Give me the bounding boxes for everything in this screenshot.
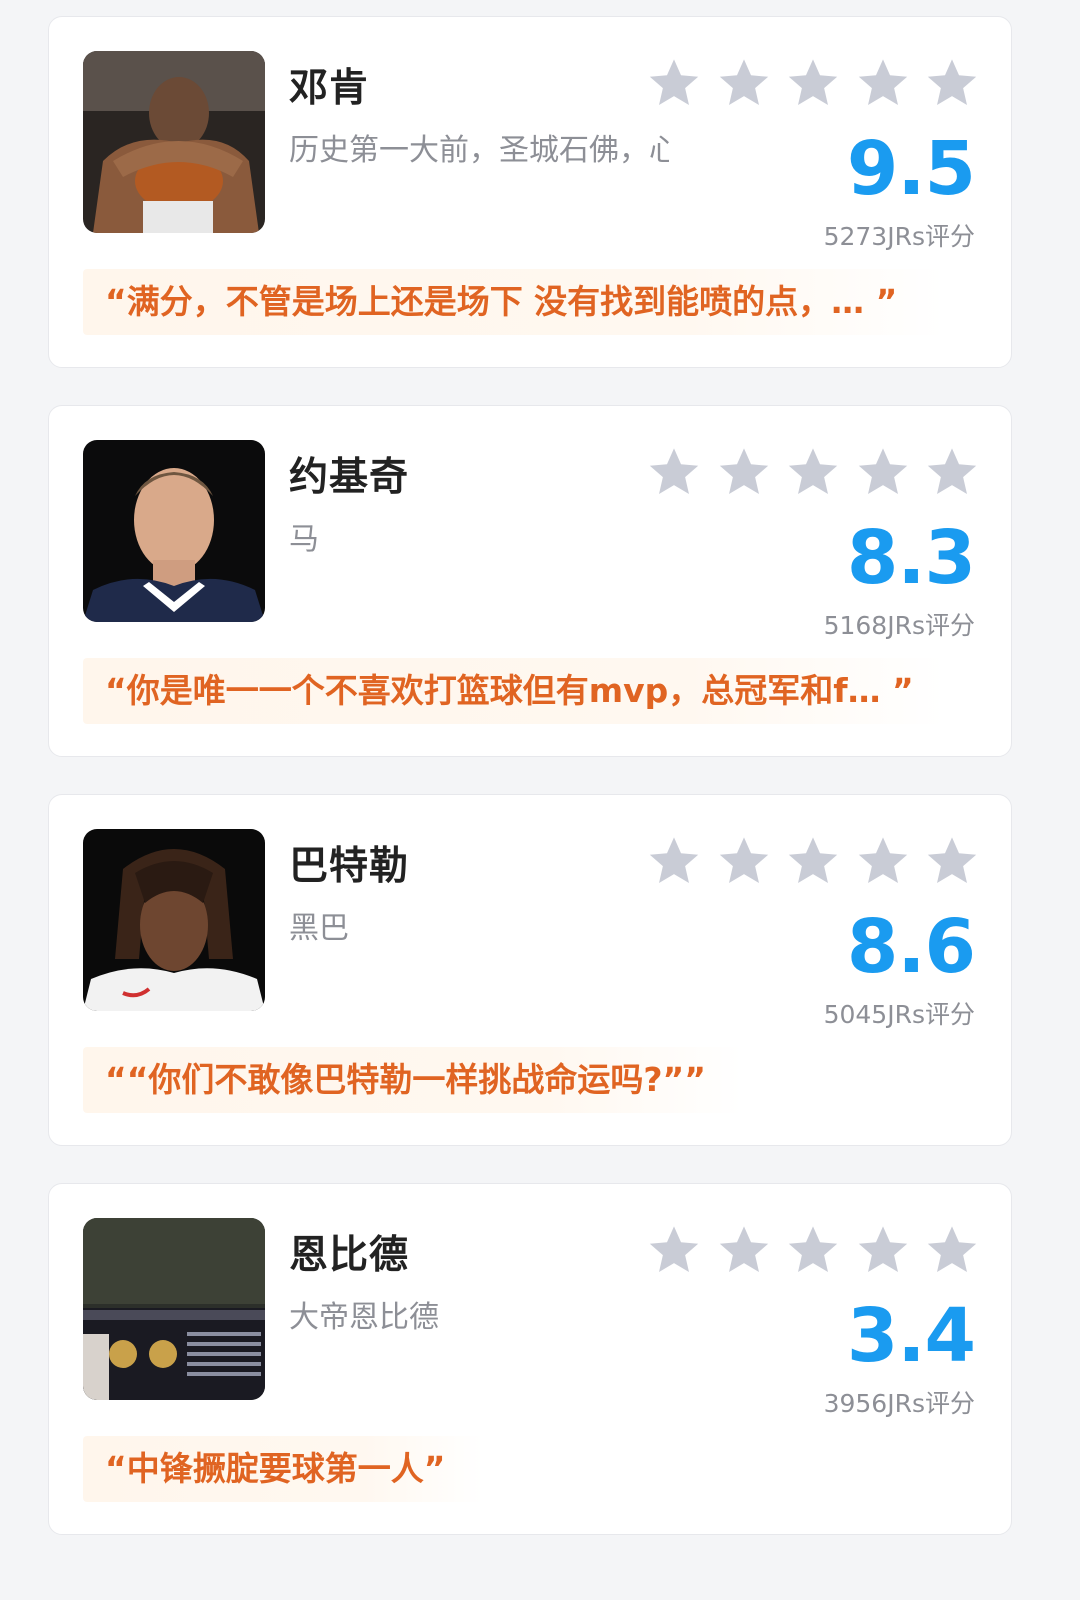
- top-comment[interactable]: ““你们不敢像巴特勒一样挑战命运吗?””: [83, 1047, 743, 1113]
- rating-list: 邓肯 历史第一大前，圣城石佛，心理… 9.5 5273JRs评分 “满分，不管是…: [0, 0, 1080, 1600]
- star-icon[interactable]: [645, 1222, 703, 1280]
- star-icon[interactable]: [715, 444, 773, 502]
- star-icon[interactable]: [923, 55, 981, 113]
- rating-count: 3956JRs评分: [823, 1389, 975, 1418]
- player-score: 9.5: [846, 126, 976, 212]
- star-rating[interactable]: [645, 55, 981, 115]
- player-score: 3.4: [846, 1293, 976, 1379]
- star-icon[interactable]: [715, 55, 773, 113]
- rating-count: 5273JRs评分: [823, 222, 975, 251]
- player-card[interactable]: 恩比德 大帝恩比德 3.4 3956JRs评分 “中锋撅腚要球第一人”: [48, 1183, 1012, 1535]
- player-name: 巴特勒: [289, 844, 410, 889]
- star-icon[interactable]: [923, 1222, 981, 1280]
- top-comment[interactable]: “中锋撅腚要球第一人”: [83, 1436, 483, 1502]
- player-nickname: 马: [289, 522, 319, 557]
- star-icon[interactable]: [645, 833, 703, 891]
- player-name: 邓肯: [289, 66, 370, 111]
- star-icon[interactable]: [784, 833, 842, 891]
- star-icon[interactable]: [854, 1222, 912, 1280]
- star-rating[interactable]: [645, 444, 981, 504]
- star-icon[interactable]: [645, 55, 703, 113]
- player-card[interactable]: 巴特勒 黑巴 8.6 5045JRs评分 ““你们不敢像巴特勒一样挑战命运吗?”…: [48, 794, 1012, 1146]
- top-comment[interactable]: “满分，不管是场上还是场下 没有找到能喷的点，… ”: [83, 269, 945, 335]
- player-photo: [83, 440, 265, 622]
- star-icon[interactable]: [715, 833, 773, 891]
- player-avatar[interactable]: [83, 440, 265, 622]
- top-comment[interactable]: “你是唯一一个不喜欢打篮球但有mvp，总冠军和f… ”: [83, 658, 945, 724]
- star-icon[interactable]: [715, 1222, 773, 1280]
- rating-count: 5168JRs评分: [823, 611, 975, 640]
- star-rating[interactable]: [645, 1222, 981, 1282]
- player-nickname: 历史第一大前，圣城石佛，心理…: [289, 133, 669, 168]
- player-photo: [83, 1218, 265, 1400]
- star-icon[interactable]: [854, 55, 912, 113]
- star-icon[interactable]: [784, 444, 842, 502]
- player-avatar[interactable]: [83, 1218, 265, 1400]
- player-card[interactable]: 约基奇 马 8.3 5168JRs评分 “你是唯一一个不喜欢打篮球但有mvp，总…: [48, 405, 1012, 757]
- star-icon[interactable]: [784, 55, 842, 113]
- star-icon[interactable]: [854, 444, 912, 502]
- player-avatar[interactable]: [83, 829, 265, 1011]
- star-icon[interactable]: [923, 833, 981, 891]
- star-icon[interactable]: [923, 444, 981, 502]
- player-photo: [83, 51, 265, 233]
- rating-count: 5045JRs评分: [823, 1000, 975, 1029]
- player-name: 约基奇: [289, 455, 410, 500]
- player-nickname: 大帝恩比德: [289, 1300, 439, 1335]
- star-icon[interactable]: [854, 833, 912, 891]
- player-nickname: 黑巴: [289, 911, 349, 946]
- player-avatar[interactable]: [83, 51, 265, 233]
- player-score: 8.6: [846, 904, 976, 990]
- star-icon[interactable]: [784, 1222, 842, 1280]
- star-icon[interactable]: [645, 444, 703, 502]
- player-card[interactable]: 邓肯 历史第一大前，圣城石佛，心理… 9.5 5273JRs评分 “满分，不管是…: [48, 16, 1012, 368]
- player-name: 恩比德: [289, 1233, 410, 1278]
- player-photo: [83, 829, 265, 1011]
- player-score: 8.3: [846, 515, 976, 601]
- star-rating[interactable]: [645, 833, 981, 893]
